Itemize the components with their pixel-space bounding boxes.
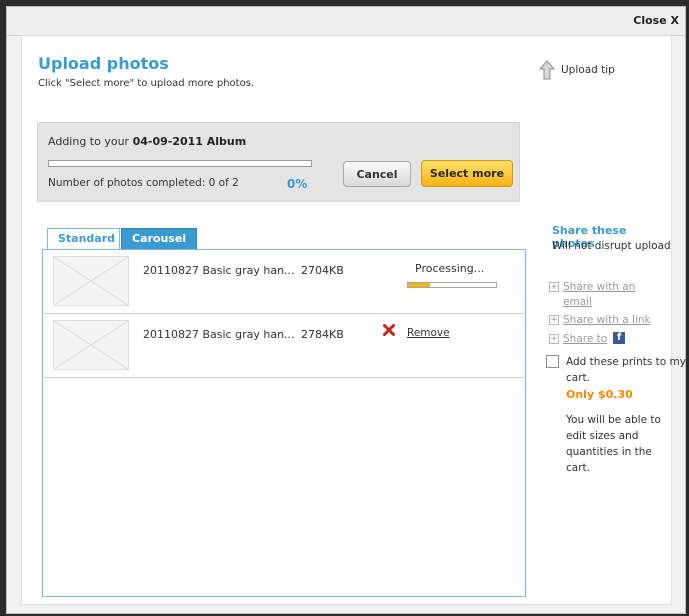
dialog-topbar: Close X xyxy=(7,7,685,36)
plus-icon: + xyxy=(549,282,559,292)
page-subtitle: Click "Select more" to upload more photo… xyxy=(38,78,255,89)
upload-tip-link[interactable]: Upload tip xyxy=(539,60,615,80)
upload-tip-label: Upload tip xyxy=(561,64,615,76)
file-size: 2784KB xyxy=(301,328,344,341)
upload-status-panel: Adding to your 04-09-2011 Album Number o… xyxy=(37,122,520,202)
prints-price: Only $0.30 xyxy=(566,388,633,401)
up-arrow-icon xyxy=(539,60,555,80)
progress-percent: 0% xyxy=(287,177,308,191)
file-name: 20110827 Basic gray han... xyxy=(143,264,295,277)
cancel-button[interactable]: Cancel xyxy=(343,161,411,187)
page-title: Upload photos xyxy=(38,54,169,73)
list-item: 20110827 Basic gray han... 2704KB Proces… xyxy=(43,250,525,314)
prints-note: You will be able to edit sizes and quant… xyxy=(566,414,661,474)
share-email-link[interactable]: Share with an email xyxy=(563,280,643,310)
select-more-button[interactable]: Select more xyxy=(421,160,513,187)
processing-status: Processing... xyxy=(415,262,485,275)
adding-prefix: Adding to your xyxy=(48,135,133,148)
share-facebook-link[interactable]: Share to xyxy=(563,332,607,347)
remove-link[interactable]: Remove xyxy=(407,327,450,339)
file-progress-fill xyxy=(408,283,430,287)
tab-standard[interactable]: Standard xyxy=(47,228,120,251)
add-prints-checkbox[interactable] xyxy=(546,355,559,368)
file-name: 20110827 Basic gray han... xyxy=(143,328,295,341)
completed-count: Number of photos completed: 0 of 2 xyxy=(48,177,239,189)
image-placeholder-icon xyxy=(53,320,129,370)
facebook-icon[interactable]: f xyxy=(613,332,626,344)
share-link-option[interactable]: + Share with a link xyxy=(549,313,651,328)
close-button[interactable]: Close X xyxy=(633,14,679,27)
red-x-icon[interactable] xyxy=(383,324,395,336)
upload-file-list: 20110827 Basic gray han... 2704KB Proces… xyxy=(42,249,526,597)
album-line: Adding to your 04-09-2011 Album xyxy=(48,135,246,148)
list-item: 20110827 Basic gray han... 2784KB Remove xyxy=(43,314,525,378)
plus-icon: + xyxy=(549,334,559,344)
plus-icon: + xyxy=(549,315,559,325)
share-link-link[interactable]: Share with a link xyxy=(563,313,651,328)
file-size: 2704KB xyxy=(301,264,344,277)
file-progress-bar xyxy=(407,282,497,288)
add-prints-label[interactable]: Add these prints to my cart. xyxy=(566,354,686,386)
album-name: 04-09-2011 Album xyxy=(132,135,247,148)
upload-dialog: Close X Upload photos Click "Select more… xyxy=(6,6,686,614)
dialog-content: Upload photos Click "Select more" to upl… xyxy=(21,35,686,605)
share-subtitle: Will not disrupt upload xyxy=(552,240,671,252)
share-facebook-option[interactable]: + Share to f xyxy=(549,332,626,347)
share-email-option[interactable]: + Share with an email xyxy=(549,280,643,310)
overall-progress-bar xyxy=(48,160,312,167)
image-placeholder-icon xyxy=(53,256,129,306)
tab-carousel[interactable]: Carousel xyxy=(121,228,197,250)
